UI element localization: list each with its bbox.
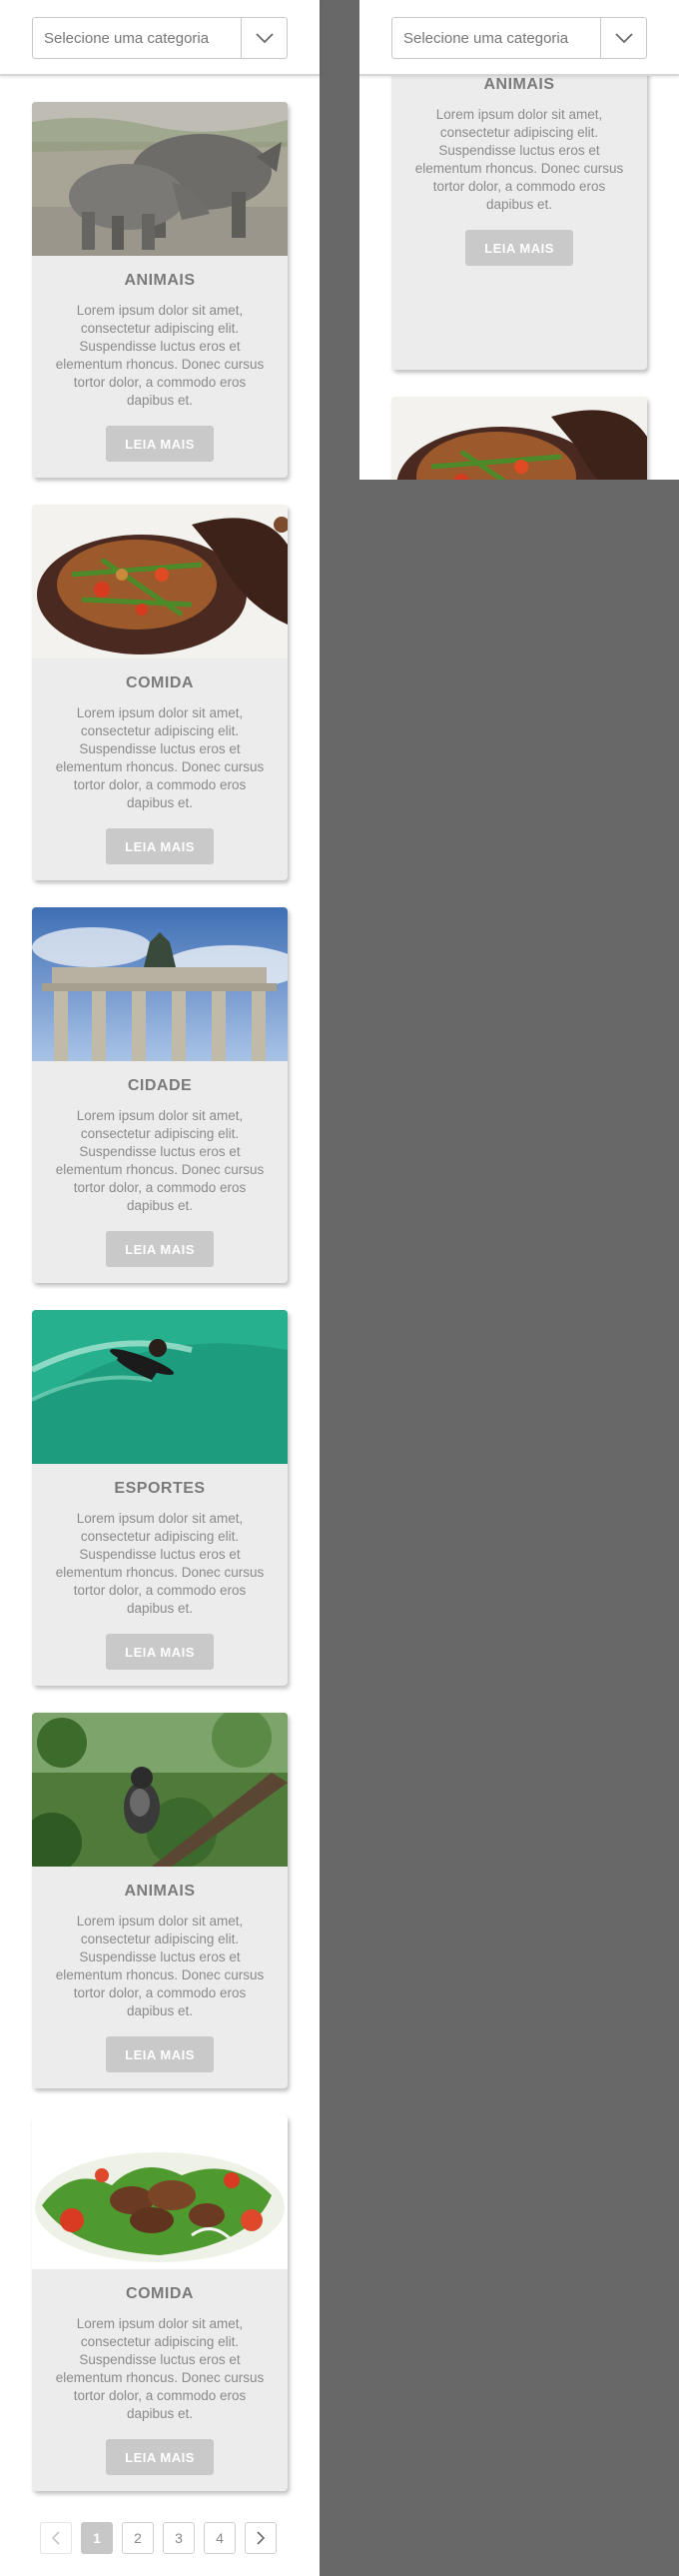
chevron-down-icon[interactable]	[241, 18, 287, 58]
card-comida	[391, 397, 647, 480]
page-button-3[interactable]: 3	[163, 2522, 195, 2554]
page-button-2[interactable]: 2	[122, 2522, 154, 2554]
card-cidade: CIDADE Lorem ipsum dolor sit amet, conse…	[32, 907, 288, 1283]
next-page-button[interactable]	[245, 2522, 277, 2554]
header-bar: Selecione uma categoria	[0, 0, 320, 76]
card-animais: ANIMAIS Lorem ipsum dolor sit amet, cons…	[32, 1713, 288, 2088]
card-text: Lorem ipsum dolor sit amet, consectetur …	[55, 303, 265, 408]
read-more-button[interactable]: LEIA MAIS	[106, 1634, 214, 1670]
read-more-button[interactable]: LEIA MAIS	[465, 230, 573, 266]
chevron-left-icon	[51, 2531, 60, 2545]
read-more-button[interactable]: LEIA MAIS	[106, 828, 214, 864]
read-more-button[interactable]: LEIA MAIS	[106, 2036, 214, 2072]
card-text: Lorem ipsum dolor sit amet, consectetur …	[55, 1914, 265, 2018]
chevron-right-icon	[257, 2531, 266, 2545]
card-animais: ANIMAIS Lorem ipsum dolor sit amet, cons…	[32, 102, 288, 478]
page-button-1[interactable]: 1	[81, 2522, 113, 2554]
card-text: Lorem ipsum dolor sit amet, consectetur …	[55, 2316, 265, 2421]
category-select[interactable]: Selecione uma categoria	[32, 17, 288, 59]
rhinoceros-photo	[32, 102, 288, 256]
card-title: ANIMAIS	[124, 272, 196, 289]
header-bar: Selecione uma categoria	[359, 0, 679, 76]
card-comida: COMIDA Lorem ipsum dolor sit amet, conse…	[32, 2115, 288, 2491]
pagination: 1 2 3 4	[40, 2522, 277, 2554]
card-title: ESPORTES	[114, 1480, 206, 1497]
surfer-photo	[32, 1310, 288, 1464]
card-title: COMIDA	[126, 674, 194, 691]
prev-page-button[interactable]	[40, 2522, 72, 2554]
card-text: Lorem ipsum dolor sit amet, consectetur …	[414, 107, 624, 212]
card-title: ANIMAIS	[483, 76, 555, 93]
brandenburg-gate-photo	[32, 907, 288, 1061]
card-title: CIDADE	[127, 1077, 193, 1094]
stew-pot-photo	[391, 397, 647, 480]
beef-salad-photo	[32, 2115, 288, 2269]
card-comida: COMIDA Lorem ipsum dolor sit amet, conse…	[32, 505, 288, 880]
scroll-view-viewport: Selecione uma categoria ANIMAIS Lorem ip…	[359, 0, 679, 480]
card-text: Lorem ipsum dolor sit amet, consectetur …	[55, 1108, 265, 1213]
card-text: Lorem ipsum dolor sit amet, consectetur …	[55, 1511, 265, 1616]
read-more-button[interactable]: LEIA MAIS	[106, 426, 214, 462]
category-select[interactable]: Selecione uma categoria	[391, 17, 647, 59]
scroll-view-full: Selecione uma categoria ANIMAIS Lorem ip…	[0, 0, 320, 2576]
gorilla-photo	[32, 1713, 288, 1867]
card-text: Lorem ipsum dolor sit amet, consectetur …	[55, 705, 265, 810]
chevron-down-icon[interactable]	[600, 18, 646, 58]
category-select-value: Selecione uma categoria	[403, 29, 569, 47]
card-title: ANIMAIS	[124, 1883, 196, 1900]
card-title: COMIDA	[126, 2285, 194, 2302]
read-more-button[interactable]: LEIA MAIS	[106, 2439, 214, 2475]
category-select-value: Selecione uma categoria	[44, 29, 210, 47]
card-esportes: ESPORTES Lorem ipsum dolor sit amet, con…	[32, 1310, 288, 1686]
page-button-4[interactable]: 4	[204, 2522, 236, 2554]
read-more-button[interactable]: LEIA MAIS	[106, 1231, 214, 1267]
stew-pot-photo	[32, 505, 288, 658]
